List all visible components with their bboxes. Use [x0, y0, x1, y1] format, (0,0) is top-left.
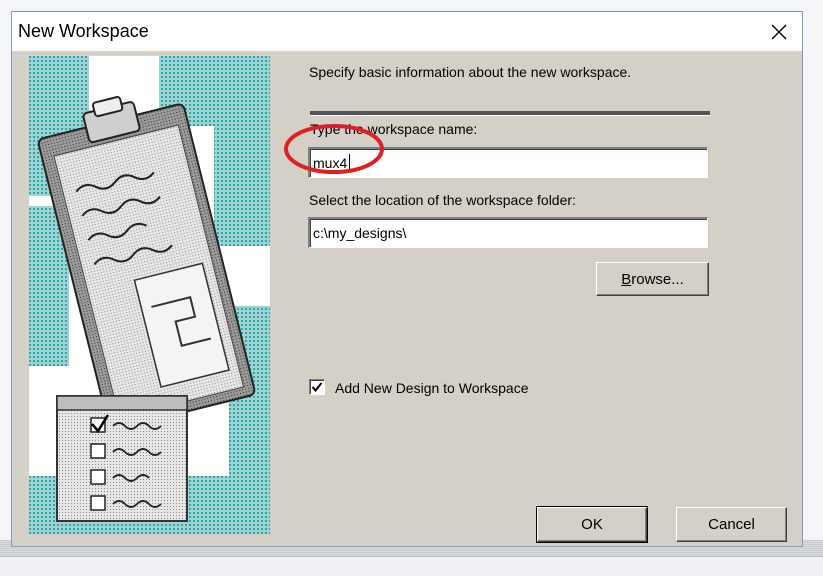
wizard-clipboard-illustration	[29, 56, 270, 534]
close-icon	[771, 24, 787, 39]
workspace-location-label: Select the location of the workspace fol…	[309, 192, 576, 208]
workspace-name-label: Type the workspace name:	[310, 121, 478, 137]
cancel-button-label: Cancel	[708, 516, 755, 533]
intro-text: Specify basic information about the new …	[309, 64, 632, 80]
separator-line	[310, 111, 710, 116]
add-design-checkbox[interactable]	[309, 379, 325, 395]
ok-button-label: OK	[581, 516, 603, 533]
workspace-location-input[interactable]	[308, 217, 708, 248]
workspace-name-input[interactable]	[308, 147, 708, 178]
ok-button[interactable]: OK	[536, 506, 648, 543]
cancel-button[interactable]: Cancel	[676, 507, 787, 542]
title-bar: New Workspace	[12, 12, 802, 51]
desktop-taskbar-edge	[0, 556, 823, 576]
new-workspace-dialog: New Workspace Specify basic information …	[11, 11, 803, 547]
browse-button[interactable]: Browse...	[596, 262, 709, 296]
checkmark-icon	[311, 382, 323, 393]
close-button[interactable]	[756, 12, 802, 51]
dialog-title: New Workspace	[18, 21, 149, 41]
add-design-label[interactable]: Add New Design to Workspace	[335, 380, 529, 396]
text-cursor	[349, 154, 350, 171]
browse-button-label: Browse...	[621, 270, 684, 288]
dialog-body: Specify basic information about the new …	[12, 51, 802, 546]
